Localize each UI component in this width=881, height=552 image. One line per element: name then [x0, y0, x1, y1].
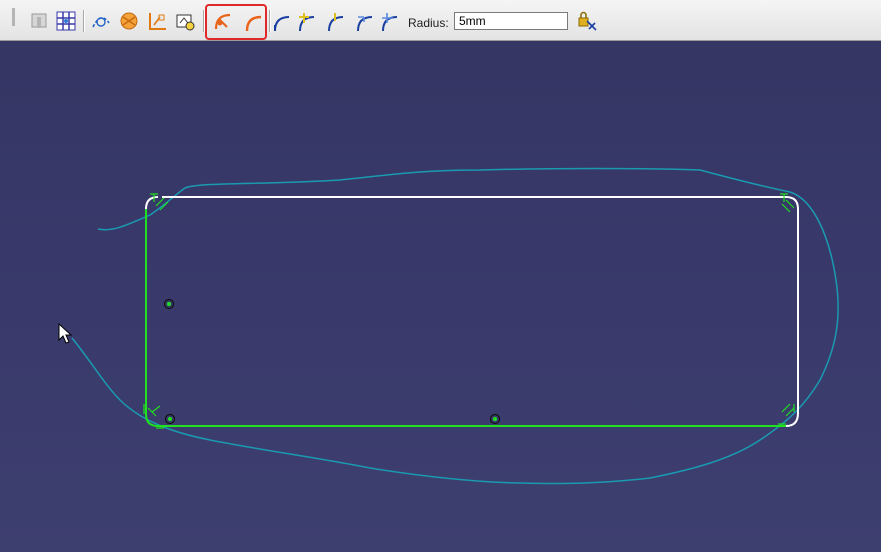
grid-snap-icon[interactable]: [28, 9, 52, 33]
sketch-point-left[interactable]: [163, 298, 175, 310]
geometrical-constraints-icon[interactable]: [117, 9, 141, 33]
toolbar-separator: [83, 10, 85, 32]
fillet-no-trim-icon[interactable]: [271, 9, 295, 33]
fillet-standard-icon[interactable]: [354, 9, 378, 33]
sketch-tools-toolbar: Radius:: [0, 0, 881, 41]
lock-constraint-icon[interactable]: [575, 9, 599, 33]
sketch-point-bottom-middle[interactable]: [489, 413, 501, 425]
corner-fillet-icon[interactable]: [241, 9, 265, 33]
trim-mode-icon[interactable]: [211, 9, 235, 33]
fillet-top-left[interactable]: [145, 196, 159, 210]
radius-input[interactable]: [454, 12, 568, 30]
construction-element-icon[interactable]: [89, 9, 113, 33]
mouse-cursor-icon: [58, 322, 73, 344]
fillet-both-trim-icon[interactable]: [325, 9, 349, 33]
fillet-first-trim-icon[interactable]: [296, 9, 320, 33]
sketch-analysis-icon[interactable]: [173, 9, 197, 33]
dimensional-constraints-icon[interactable]: [145, 9, 169, 33]
fillet-construction-icon[interactable]: [379, 9, 403, 33]
sketch-geometry: [58, 167, 839, 485]
radius-label: Radius:: [408, 16, 449, 30]
freehand-annotation-stroke: [71, 167, 839, 485]
fillet-top-right[interactable]: [785, 196, 799, 210]
toolbar-grip[interactable]: [12, 8, 15, 26]
sketch-point-bottom-left[interactable]: [164, 413, 176, 425]
grid-icon[interactable]: [54, 9, 78, 33]
sketch-canvas[interactable]: [0, 41, 881, 552]
